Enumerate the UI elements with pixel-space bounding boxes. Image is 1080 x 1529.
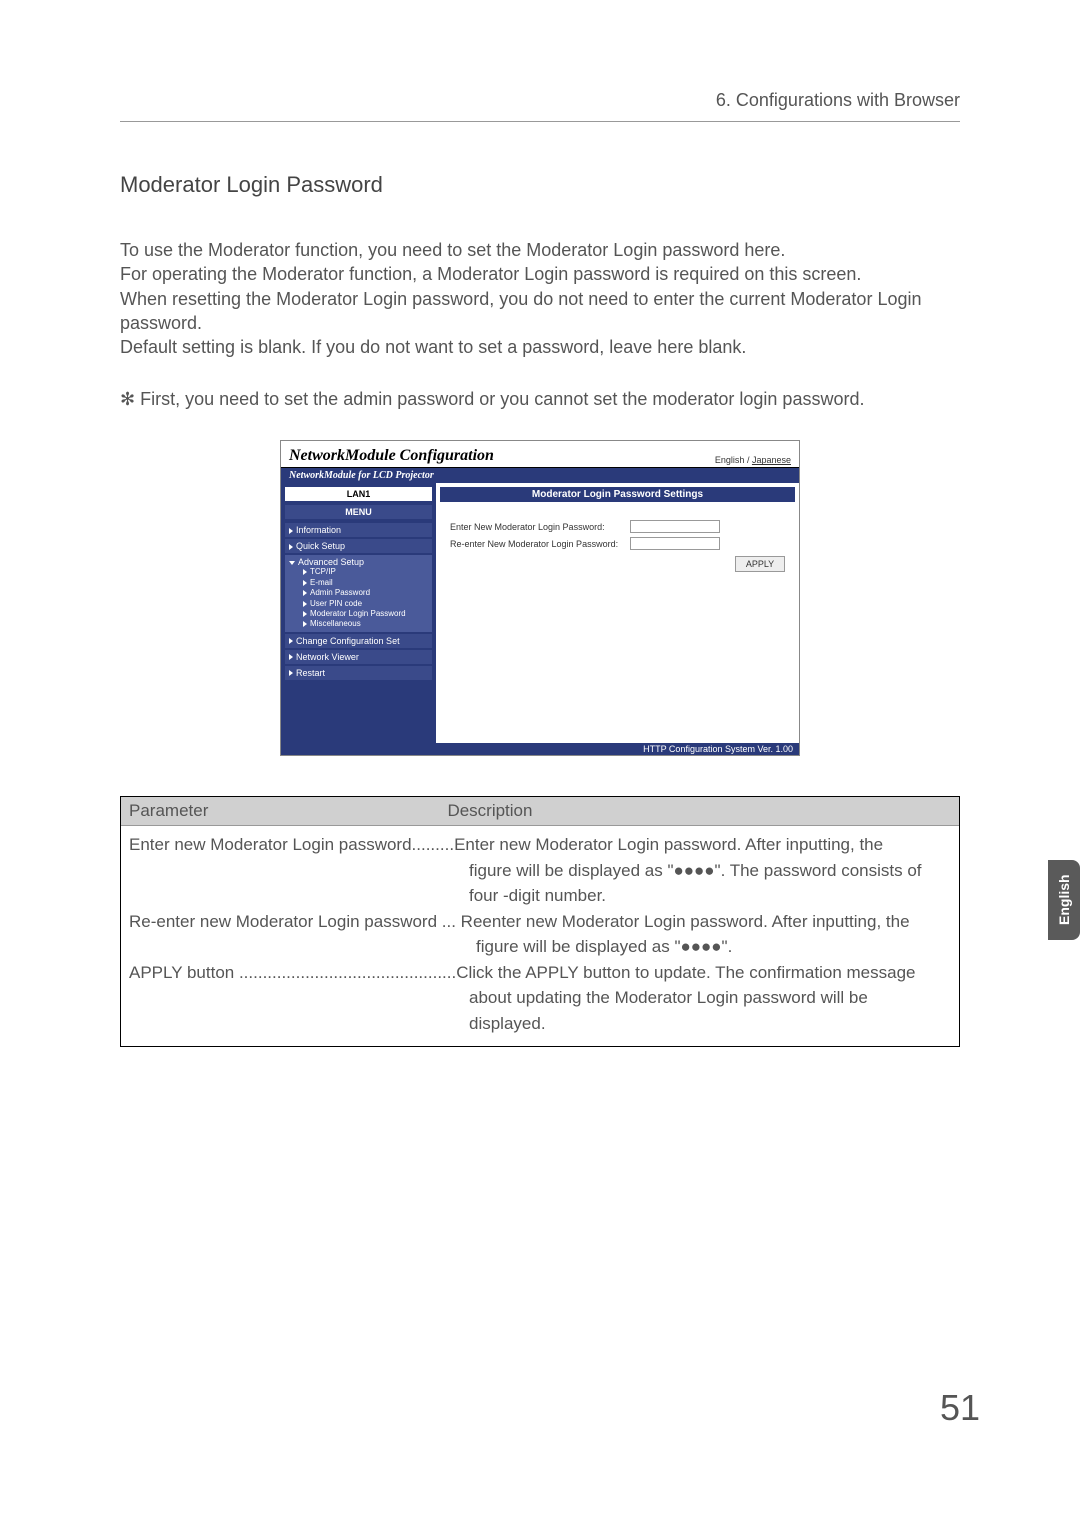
menu-quick-setup[interactable]: Quick Setup (285, 539, 432, 553)
apply-button[interactable]: APPLY (735, 556, 785, 572)
table-header-description: Description (439, 797, 959, 825)
arrow-icon (289, 654, 293, 660)
row1-param: Enter new Moderator Login password......… (129, 835, 454, 854)
content-pane: Moderator Login Password Settings Enter … (436, 483, 799, 743)
arrow-icon (303, 580, 307, 586)
row1-desc1: Enter new Moderator Login password. Afte… (454, 835, 883, 854)
arrow-icon (289, 670, 293, 676)
menu-change-config[interactable]: Change Configuration Set (285, 634, 432, 648)
submenu-label: Moderator Login Password (310, 609, 406, 618)
language-side-tab: English (1048, 860, 1080, 940)
page-number: 51 (940, 1387, 980, 1429)
menu-information[interactable]: Information (285, 523, 432, 537)
submenu-misc[interactable]: Miscellaneous (303, 619, 428, 629)
submenu-user-pin[interactable]: User PIN code (303, 599, 428, 609)
row1-desc3: four -digit number. (469, 886, 606, 905)
submenu-label: Miscellaneous (310, 619, 361, 628)
row1-desc2: figure will be displayed as "●●●●". The … (469, 861, 922, 880)
enter-new-pw-input[interactable] (630, 520, 720, 533)
table-header-parameter: Parameter (121, 797, 439, 825)
menu-label: Restart (296, 668, 325, 678)
section-title: Moderator Login Password (120, 172, 960, 198)
row3-param: APPLY button ...........................… (129, 963, 456, 982)
menu-label: Network Viewer (296, 652, 359, 662)
row3-desc1: Click the APPLY button to update. The co… (456, 963, 915, 982)
arrow-icon (303, 611, 307, 617)
submenu-tcpip[interactable]: TCP/IP (303, 567, 428, 577)
arrow-icon (289, 638, 293, 644)
menu-label: Quick Setup (296, 541, 345, 551)
arrow-icon (289, 544, 293, 550)
enter-new-pw-label: Enter New Moderator Login Password: (450, 522, 630, 532)
lang-en[interactable]: English (715, 455, 745, 465)
submenu: TCP/IP E-mail Admin Password User PIN co… (289, 567, 428, 629)
menu-label: Information (296, 525, 341, 535)
arrow-down-icon (289, 561, 295, 565)
parameter-table: Parameter Description Enter new Moderato… (120, 796, 960, 1047)
menu-label: Change Configuration Set (296, 636, 400, 646)
submenu-label: Admin Password (310, 588, 370, 597)
lang-links: English / Japanese (715, 455, 791, 465)
submenu-label: TCP/IP (310, 567, 336, 576)
arrow-icon (303, 621, 307, 627)
submenu-mod-login-pw[interactable]: Moderator Login Password (303, 609, 428, 619)
row2-desc1: Reenter new Moderator Login password. Af… (456, 912, 910, 931)
lan-slot-selector[interactable]: LAN1 (285, 487, 432, 501)
note-text: ✻ First, you need to set the admin passw… (120, 389, 960, 410)
menu-label: Advanced Setup (298, 557, 364, 567)
config-title: NetworkModule Configuration (289, 447, 494, 465)
row2-param: Re-enter new Moderator Login password ..… (129, 912, 456, 931)
row3-desc3: displayed. (469, 1014, 546, 1033)
submenu-label: E-mail (310, 578, 333, 587)
arrow-icon (289, 528, 293, 534)
reenter-pw-label: Re-enter New Moderator Login Password: (450, 539, 630, 549)
menu-restart[interactable]: Restart (285, 666, 432, 680)
submenu-email[interactable]: E-mail (303, 578, 428, 588)
submenu-admin-pw[interactable]: Admin Password (303, 588, 428, 598)
version-bar: HTTP Configuration System Ver. 1.00 (281, 743, 799, 755)
config-screenshot: NetworkModule Configuration English / Ja… (280, 440, 800, 756)
arrow-icon (303, 590, 307, 596)
menu-header: MENU (285, 505, 432, 519)
subheader-bar: NetworkModule for LCD Projector (281, 468, 799, 483)
config-sidebar: LAN1 MENU Information Quick Setup Advanc… (281, 483, 436, 743)
pane-title: Moderator Login Password Settings (440, 487, 795, 502)
lang-jp[interactable]: Japanese (752, 455, 791, 465)
arrow-icon (303, 601, 307, 607)
intro-paragraph: To use the Moderator function, you need … (120, 238, 960, 359)
chapter-header: 6. Configurations with Browser (120, 90, 960, 122)
submenu-label: User PIN code (310, 599, 362, 608)
row2-desc2: figure will be displayed as "●●●●". (476, 937, 732, 956)
menu-network-viewer[interactable]: Network Viewer (285, 650, 432, 664)
arrow-icon (303, 569, 307, 575)
row3-desc2: about updating the Moderator Login passw… (469, 988, 868, 1007)
menu-advanced-setup[interactable]: Advanced Setup TCP/IP E-mail Admin Passw… (285, 555, 432, 631)
config-header: NetworkModule Configuration English / Ja… (281, 441, 799, 468)
reenter-pw-input[interactable] (630, 537, 720, 550)
